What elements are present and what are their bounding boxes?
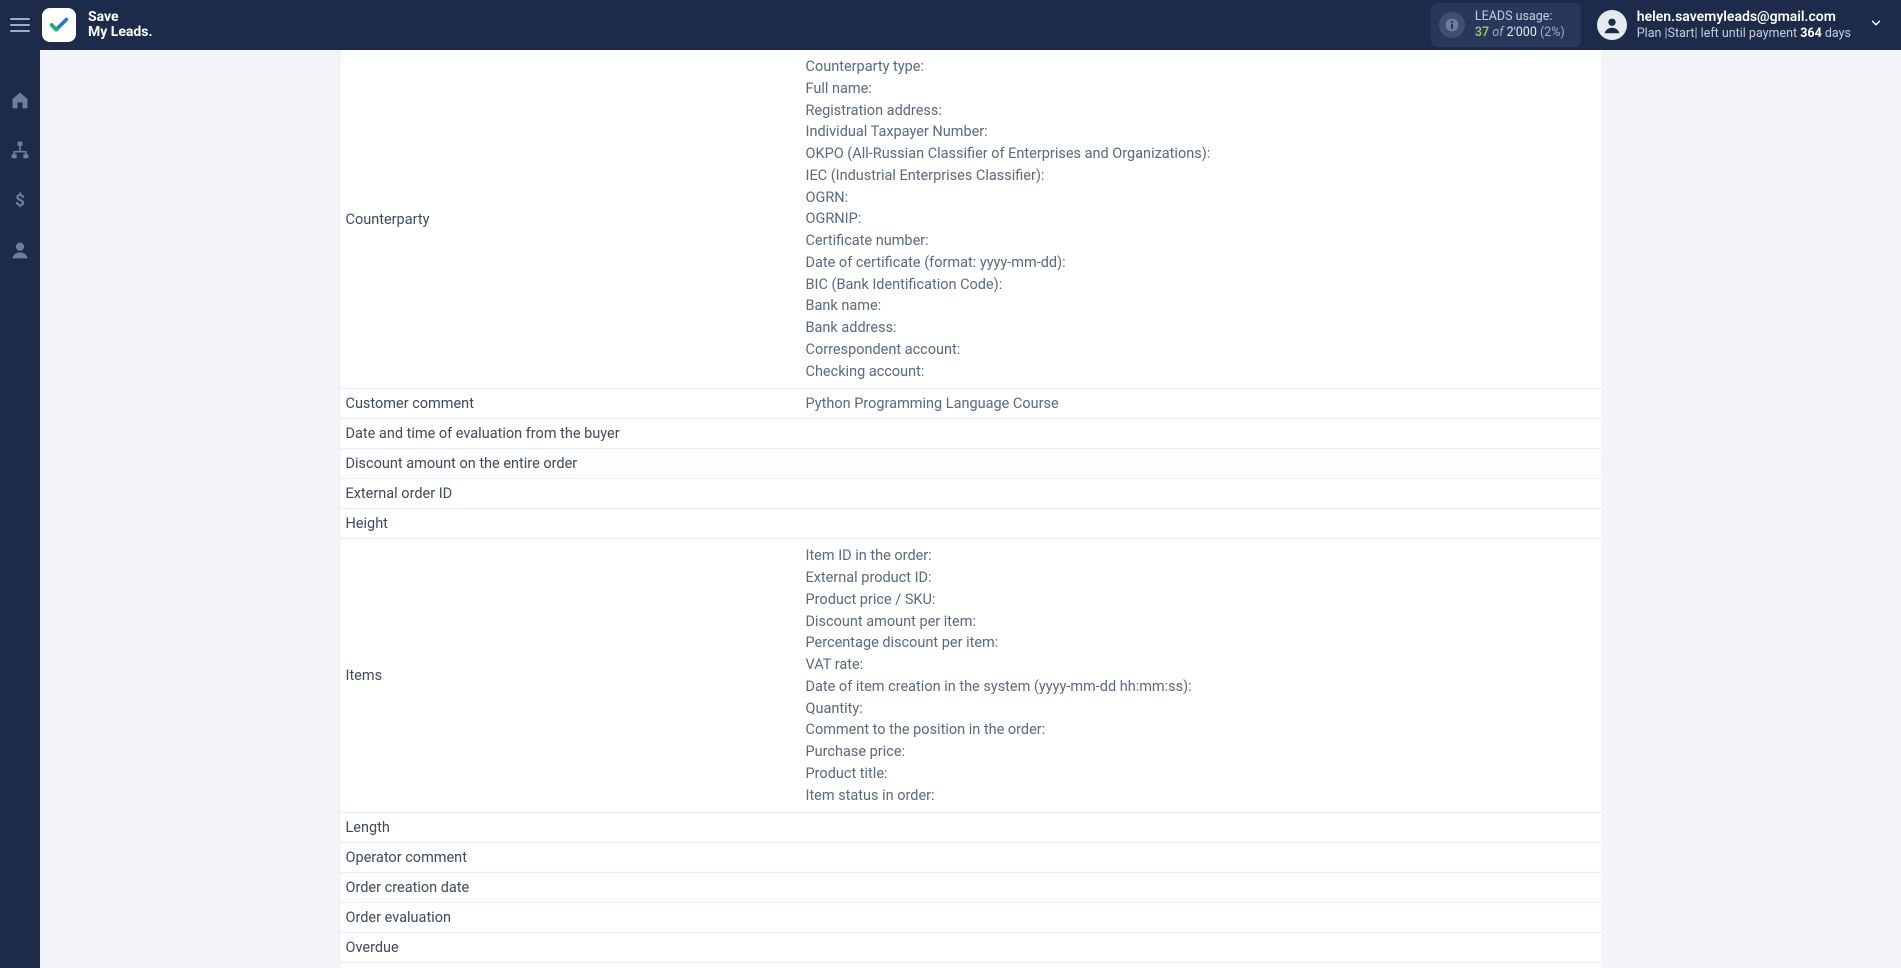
row-label: Height bbox=[341, 509, 806, 539]
leads-usage-text: LEADS usage: 37 of 2'000 (2%) bbox=[1475, 9, 1565, 42]
leads-of: of bbox=[1492, 25, 1503, 40]
row-value bbox=[806, 963, 1601, 968]
row-value bbox=[806, 509, 1601, 539]
leads-pct: (2%) bbox=[1540, 25, 1565, 40]
table-row: Length bbox=[341, 813, 1601, 843]
topbar-right: LEADS usage: 37 of 2'000 (2%) helen.save… bbox=[1431, 3, 1883, 48]
table-row: Order evaluation bbox=[341, 903, 1601, 933]
home-icon[interactable] bbox=[8, 88, 32, 112]
row-value bbox=[806, 873, 1601, 903]
row-label: Discount amount on the entire order bbox=[341, 449, 806, 479]
table-row: ItemsItem ID in the order:External produ… bbox=[341, 539, 1601, 813]
plan-days: 364 bbox=[1800, 26, 1822, 41]
plan-days-suffix: days bbox=[1822, 26, 1851, 41]
brand-line1: Save bbox=[88, 9, 119, 25]
leads-usage-title: LEADS usage: bbox=[1475, 9, 1565, 25]
table-row: Overdue bbox=[341, 933, 1601, 963]
check-icon bbox=[48, 14, 70, 36]
sitemap-icon[interactable] bbox=[8, 138, 32, 162]
row-label: Order creation date bbox=[341, 873, 806, 903]
avatar-icon bbox=[1597, 10, 1627, 40]
row-value: Counterparty type:Full name:Registration… bbox=[806, 50, 1601, 389]
info-icon bbox=[1439, 12, 1465, 38]
details-table: CounterpartyCounterparty type:Full name:… bbox=[341, 50, 1601, 968]
row-label: Percentage discount on the entire order bbox=[341, 963, 806, 968]
row-label: Items bbox=[341, 539, 806, 813]
row-value bbox=[806, 449, 1601, 479]
table-row: Customer commentPython Programming Langu… bbox=[341, 389, 1601, 419]
leads-total: 2'000 bbox=[1507, 25, 1537, 40]
row-value bbox=[806, 419, 1601, 449]
table-row: Discount amount on the entire order bbox=[341, 449, 1601, 479]
account-email: helen.savemyleads@gmail.com bbox=[1637, 9, 1851, 26]
table-row: Percentage discount on the entire order bbox=[341, 963, 1601, 968]
row-value bbox=[806, 813, 1601, 843]
dollar-icon[interactable]: $ bbox=[8, 188, 32, 212]
brand-text: Save My Leads. bbox=[88, 10, 153, 39]
brand-line2: My Leads. bbox=[88, 25, 153, 40]
row-value bbox=[806, 933, 1601, 963]
table-row: CounterpartyCounterparty type:Full name:… bbox=[341, 50, 1601, 389]
chevron-down-icon bbox=[1869, 16, 1883, 34]
hamburger-menu-icon[interactable] bbox=[10, 18, 30, 32]
topbar: Save My Leads. LEADS usage: 37 of 2'000 … bbox=[0, 0, 1901, 50]
row-value bbox=[806, 903, 1601, 933]
row-label: Overdue bbox=[341, 933, 806, 963]
row-label: Length bbox=[341, 813, 806, 843]
row-value: Item ID in the order:External product ID… bbox=[806, 539, 1601, 813]
table-row: External order ID bbox=[341, 479, 1601, 509]
details-card: CounterpartyCounterparty type:Full name:… bbox=[341, 50, 1601, 968]
row-label: Order evaluation bbox=[341, 903, 806, 933]
row-value: Python Programming Language Course bbox=[806, 389, 1601, 419]
content-area: CounterpartyCounterparty type:Full name:… bbox=[40, 50, 1901, 968]
table-row: Date and time of evaluation from the buy… bbox=[341, 419, 1601, 449]
row-label: Date and time of evaluation from the buy… bbox=[341, 419, 806, 449]
account-text: helen.savemyleads@gmail.com Plan |Start|… bbox=[1637, 9, 1851, 41]
leads-count: 37 bbox=[1475, 25, 1489, 40]
row-value bbox=[806, 843, 1601, 873]
row-label: Customer comment bbox=[341, 389, 806, 419]
user-icon[interactable] bbox=[8, 238, 32, 262]
leads-usage-badge[interactable]: LEADS usage: 37 of 2'000 (2%) bbox=[1431, 3, 1581, 48]
table-row: Operator comment bbox=[341, 843, 1601, 873]
plan-prefix: Plan |Start| left until payment bbox=[1637, 26, 1800, 41]
row-label: Counterparty bbox=[341, 50, 806, 389]
logo[interactable] bbox=[42, 8, 76, 42]
account-plan-line: Plan |Start| left until payment 364 days bbox=[1637, 26, 1851, 41]
table-row: Order creation date bbox=[341, 873, 1601, 903]
topbar-left: Save My Leads. bbox=[10, 8, 153, 42]
row-label: External order ID bbox=[341, 479, 806, 509]
svg-text:$: $ bbox=[15, 192, 25, 210]
sidebar: $ bbox=[0, 50, 40, 968]
row-label: Operator comment bbox=[341, 843, 806, 873]
account-menu[interactable]: helen.savemyleads@gmail.com Plan |Start|… bbox=[1597, 9, 1883, 41]
row-value bbox=[806, 479, 1601, 509]
table-row: Height bbox=[341, 509, 1601, 539]
